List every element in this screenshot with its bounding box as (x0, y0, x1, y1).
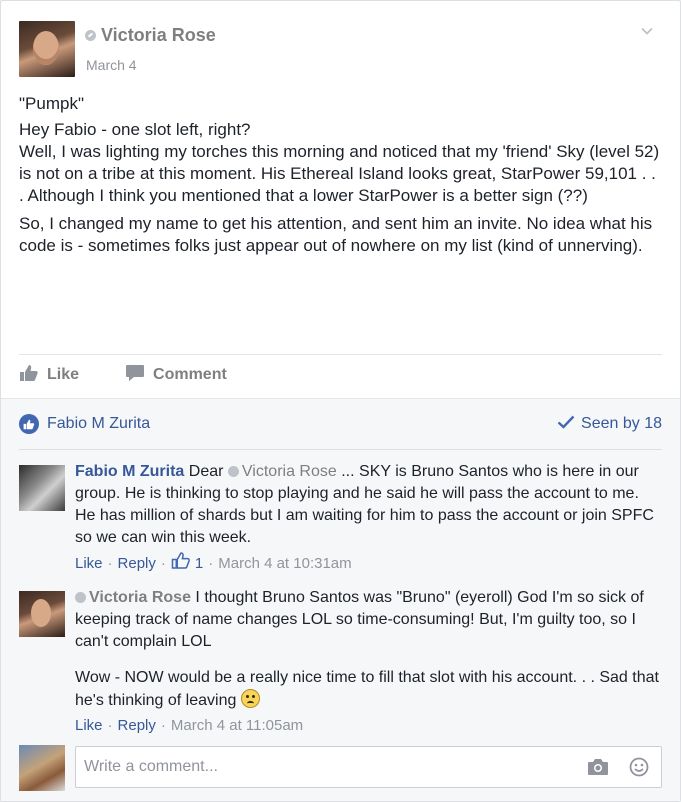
mention-link[interactable]: Victoria Rose (227, 463, 337, 480)
checkmark-icon (557, 415, 581, 434)
seen-by-label: Seen by 18 (581, 415, 662, 432)
seen-by-link[interactable]: Seen by 18 (557, 415, 662, 434)
post-header: Victoria Rose March 4 (19, 21, 659, 77)
comment-bubble-icon (125, 364, 153, 387)
separator-dot: · (208, 555, 214, 572)
thumbs-up-icon (171, 552, 191, 576)
comment-time[interactable]: March 4 at 11:05am (171, 715, 303, 737)
avatar[interactable] (19, 591, 65, 637)
post-date[interactable]: March 4 (86, 57, 137, 73)
sad-face-icon (240, 689, 260, 708)
avatar (19, 745, 65, 791)
avatar[interactable] (19, 465, 65, 511)
separator-dot: · (160, 555, 166, 572)
comment-text-2: Wow - NOW would be a really nice time to… (75, 667, 662, 712)
author-name[interactable]: Victoria Rose (101, 25, 216, 46)
post-paragraph: So, I changed my name to get his attenti… (19, 214, 653, 255)
likes-row: Fabio M Zurita Seen by 18 (19, 413, 662, 435)
post-paragraph: "Pumpk" (19, 94, 84, 113)
author-avatar[interactable] (19, 21, 75, 77)
comment-input[interactable]: Write a comment... (75, 746, 662, 788)
chevron-down-icon[interactable] (639, 23, 655, 39)
divider (19, 449, 662, 450)
composer-icons (567, 757, 649, 777)
comment-meta: Like · Reply · 1 · March 4 at 10:31am (75, 552, 662, 576)
like-button[interactable]: Like (19, 364, 79, 387)
like-count: 1 (194, 555, 204, 572)
comment-like-link[interactable]: Like (75, 715, 103, 737)
post-paragraph: Well, I was lighting my torches this mor… (19, 142, 660, 205)
comments-section: Fabio M Zurita Seen by 18 Fabio M Zurita… (1, 398, 680, 801)
post-card: Victoria Rose March 4 "Pumpk" Hey Fabio … (0, 0, 681, 802)
comment-author[interactable]: Fabio M Zurita (75, 463, 184, 480)
post-actions: Like Comment (19, 359, 273, 391)
comment-body-2: Wow - NOW would be a really nice time to… (75, 669, 659, 709)
separator-dot: · (107, 717, 113, 734)
comment-text: Victoria Rose I thought Bruno Santos was… (75, 587, 662, 653)
comment-like-count[interactable]: 1 (171, 552, 203, 576)
separator-dot: · (107, 555, 113, 572)
comment-reply-link[interactable]: Reply (118, 715, 156, 737)
post-paragraph: Hey Fabio - one slot left, right? (19, 120, 251, 139)
liked-by-link[interactable]: Fabio M Zurita (47, 415, 150, 433)
status-icon (85, 30, 96, 41)
like-badge-icon (19, 414, 39, 434)
divider (19, 354, 662, 355)
comment-prefix: Dear (188, 463, 224, 480)
comment-author[interactable]: Victoria Rose (75, 589, 191, 606)
comment-composer: Write a comment... (19, 745, 662, 791)
like-label: Like (47, 366, 80, 383)
comment-time[interactable]: March 4 at 10:31am (218, 553, 351, 575)
status-icon (75, 592, 86, 603)
camera-icon[interactable] (587, 758, 609, 776)
comment-reply-link[interactable]: Reply (118, 553, 156, 575)
comment-placeholder: Write a comment... (84, 758, 218, 775)
separator-dot: · (160, 717, 166, 734)
author-row: Victoria Rose (85, 25, 216, 46)
post-body: "Pumpk" Hey Fabio - one slot left, right… (19, 93, 664, 261)
thumbs-up-icon (19, 364, 47, 387)
comment-like-link[interactable]: Like (75, 553, 103, 575)
status-icon (227, 466, 239, 477)
comment-content: Fabio M Zurita Dear Victoria Rose ... SK… (75, 461, 662, 576)
comment-text: Fabio M Zurita Dear Victoria Rose ... SK… (75, 461, 662, 549)
comment-author-name: Victoria Rose (89, 589, 191, 606)
comment-content: Victoria Rose I thought Bruno Santos was… (75, 587, 662, 737)
mention-name: Victoria Rose (241, 463, 337, 480)
comment-button[interactable]: Comment (125, 364, 227, 387)
smiley-icon[interactable] (629, 757, 649, 777)
comment-label: Comment (153, 366, 227, 383)
comment-meta: Like · Reply · March 4 at 11:05am (75, 715, 662, 737)
